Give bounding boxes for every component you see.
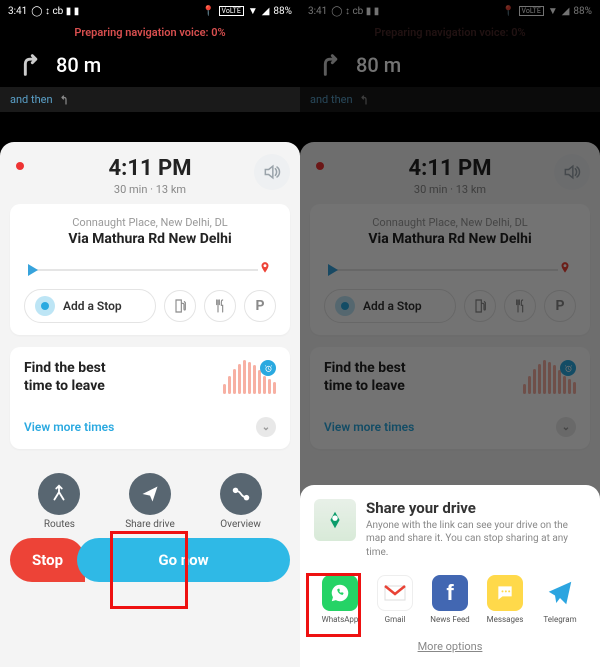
food-button[interactable]	[504, 290, 536, 322]
wifi-icon: ▼	[248, 6, 258, 17]
chevron-down-icon[interactable]: ⌄	[256, 417, 276, 437]
food-icon	[512, 298, 528, 314]
destination-sub: Connaught Place, New Delhi, DL	[24, 216, 276, 229]
turn-distance: 80 m	[56, 53, 101, 77]
speaker-icon	[262, 162, 282, 182]
recording-dot	[316, 162, 324, 170]
volte-badge: VoLTE	[219, 6, 244, 16]
gmail-button[interactable]: Gmail	[371, 575, 419, 624]
location-icon: 📍	[202, 6, 214, 17]
best-time-text: Find the best time to leave	[324, 359, 406, 395]
wifi-icon: ▼	[548, 6, 558, 17]
status-icons-left: ◯ ↕ cb ▮ ▮	[331, 6, 379, 17]
status-bar: 3:41 ◯ ↕ cb ▮ ▮ 📍 VoLTE ▼ ◢ 88%	[300, 0, 600, 22]
battery-pct: 88%	[273, 6, 292, 17]
routes-button[interactable]: Routes	[38, 473, 80, 530]
newsfeed-button[interactable]: f News Feed	[426, 575, 474, 624]
turn-distance: 80 m	[356, 53, 401, 77]
clock: 3:41	[8, 6, 27, 17]
best-time-card[interactable]: Find the best time to leave View more ti…	[310, 347, 590, 449]
route-progress	[28, 265, 272, 275]
gmail-icon	[383, 583, 407, 603]
destination-pin-icon	[258, 259, 272, 277]
eta-time: 4:11 PM	[109, 156, 192, 181]
progress-start-icon	[28, 264, 38, 276]
share-sheet: Share your drive Anyone with the link ca…	[300, 485, 600, 667]
share-drive-button[interactable]: Share drive	[125, 473, 175, 530]
stop-dot-icon	[335, 296, 355, 316]
and-then-bar: and then	[300, 87, 600, 112]
next-turn-icon	[59, 94, 71, 106]
sound-button[interactable]	[254, 154, 290, 190]
gas-icon	[172, 298, 188, 314]
food-icon	[212, 298, 228, 314]
route-progress	[328, 265, 572, 275]
share-icon	[140, 484, 160, 504]
nav-voice-banner: Preparing navigation voice: 0%	[300, 22, 600, 43]
route-card: Connaught Place, New Delhi, DL Via Mathu…	[310, 204, 590, 335]
highlight-box	[306, 573, 361, 637]
parking-icon: P	[555, 298, 564, 314]
messages-icon	[494, 583, 516, 603]
destination-pin-icon	[558, 259, 572, 277]
view-more-times-link[interactable]: View more times	[24, 420, 114, 434]
bottom-actions: Routes Share drive Overview	[10, 461, 290, 538]
telegram-button[interactable]: Telegram	[536, 575, 584, 624]
turn-direction: 80 m	[300, 43, 600, 87]
routes-icon	[48, 483, 70, 505]
signal-icon: ◢	[562, 6, 570, 17]
stop-button[interactable]: Stop	[10, 538, 85, 582]
battery-pct: 88%	[573, 6, 592, 17]
speaker-icon	[562, 162, 582, 182]
share-map-thumb	[314, 499, 356, 541]
destination-main: Via Mathura Rd New Delhi	[324, 231, 576, 247]
status-bar: 3:41 ◯ ↕ cb ▮ ▮ 📍 VoLTE ▼ ◢ 88%	[0, 0, 300, 22]
status-icons-left: ◯ ↕ cb ▮ ▮	[31, 6, 79, 17]
route-card: Connaught Place, New Delhi, DL Via Mathu…	[10, 204, 290, 335]
parking-button[interactable]: P	[544, 290, 576, 322]
sound-button[interactable]	[554, 154, 590, 190]
turn-right-icon	[316, 51, 344, 79]
signal-icon: ◢	[262, 6, 270, 17]
nav-voice-banner: Preparing navigation voice: 0%	[0, 22, 300, 43]
turn-direction: 80 m	[0, 43, 300, 87]
facebook-icon: f	[446, 580, 453, 606]
best-time-card[interactable]: Find the best time to leave View more ti…	[10, 347, 290, 449]
gas-button[interactable]	[464, 290, 496, 322]
gas-button[interactable]	[164, 290, 196, 322]
progress-start-icon	[328, 264, 338, 276]
stop-dot-icon	[35, 296, 55, 316]
best-time-text: Find the best time to leave	[24, 359, 106, 395]
location-icon: 📍	[502, 6, 514, 17]
eta-sub: 30 min · 13 km	[109, 183, 192, 196]
add-stop-button[interactable]: Add a Stop	[24, 289, 156, 323]
eta-time: 4:11 PM	[409, 156, 492, 181]
destination-sub: Connaught Place, New Delhi, DL	[324, 216, 576, 229]
clock: 3:41	[308, 6, 327, 17]
chevron-down-icon[interactable]: ⌄	[556, 417, 576, 437]
waze-pin-icon	[324, 509, 346, 531]
gas-icon	[472, 298, 488, 314]
parking-button[interactable]: P	[244, 290, 276, 322]
telegram-icon	[545, 578, 575, 608]
highlight-box	[110, 531, 188, 609]
overview-button[interactable]: Overview	[220, 473, 262, 530]
bottom-sheet: 4:11 PM 30 min · 13 km Connaught Place, …	[0, 142, 300, 667]
recording-dot	[16, 162, 24, 170]
turn-right-icon	[16, 51, 44, 79]
food-button[interactable]	[204, 290, 236, 322]
and-then-bar: and then	[0, 87, 300, 112]
destination-main: Via Mathura Rd New Delhi	[24, 231, 276, 247]
parking-icon: P	[255, 298, 264, 314]
messages-button[interactable]: Messages	[481, 575, 529, 624]
next-turn-icon	[359, 94, 371, 106]
share-title: Share your drive	[366, 499, 586, 517]
volte-badge: VoLTE	[519, 6, 544, 16]
share-desc: Anyone with the link can see your drive …	[366, 519, 586, 560]
eta-sub: 30 min · 13 km	[409, 183, 492, 196]
view-more-times-link[interactable]: View more times	[324, 420, 414, 434]
overview-icon	[230, 483, 252, 505]
add-stop-button[interactable]: Add a Stop	[324, 289, 456, 323]
